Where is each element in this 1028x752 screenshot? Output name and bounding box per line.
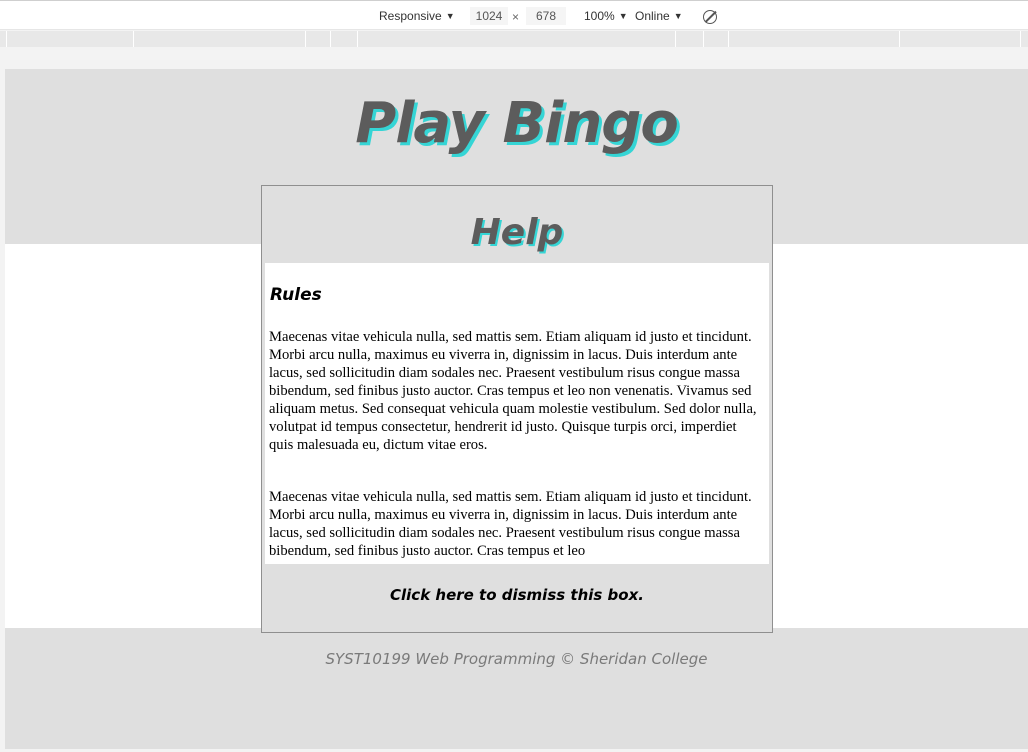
rules-paragraph: Maecenas vitae vehicula nulla, sed matti…	[269, 489, 752, 559]
zoom-select[interactable]: 100% ▼	[584, 9, 628, 24]
network-select-label: Online	[635, 9, 670, 23]
dimension-separator: ×	[512, 10, 520, 24]
media-query-segment[interactable]	[7, 31, 134, 47]
devtools-toolbar: Responsive ▼ 1024 × 678 100% ▼ Online ▼	[0, 0, 1028, 30]
dialog-title: Help	[470, 212, 564, 253]
device-select[interactable]: Responsive ▼	[379, 9, 455, 24]
device-select-label: Responsive	[379, 9, 442, 23]
page-footer: SYST10199 Web Programming © Sheridan Col…	[5, 628, 1028, 749]
network-throttle-select[interactable]: Online ▼	[635, 9, 683, 24]
media-query-segment[interactable]	[331, 31, 358, 47]
media-query-segment[interactable]	[134, 31, 306, 47]
dialog-body[interactable]: Rules Maecenas vitae vehicula nulla, sed…	[265, 263, 769, 564]
media-query-segment[interactable]	[729, 31, 900, 47]
width-input[interactable]: 1024	[470, 7, 508, 25]
media-query-segment[interactable]	[704, 31, 729, 47]
help-dialog: Help Rules Maecenas vitae vehicula nulla…	[261, 185, 773, 633]
footer-text: SYST10199 Web Programming © Sheridan Col…	[325, 650, 708, 668]
page-viewport: Play Bingo SYST10199 Web Programming © S…	[5, 69, 1028, 749]
media-query-segment[interactable]	[358, 31, 676, 47]
rotate-icon[interactable]	[703, 10, 717, 24]
media-query-bar	[0, 31, 1028, 47]
chevron-down-icon: ▼	[673, 11, 683, 21]
dismiss-dialog-link[interactable]: Click here to dismiss this box.	[262, 586, 772, 604]
media-query-segment[interactable]	[676, 31, 704, 47]
rules-paragraph: Maecenas vitae vehicula nulla, sed matti…	[269, 329, 757, 453]
chevron-down-icon: ▼	[618, 11, 628, 21]
zoom-select-label: 100%	[584, 9, 615, 23]
chevron-down-icon: ▼	[445, 11, 455, 21]
media-query-segment[interactable]	[900, 31, 1021, 47]
media-query-segment[interactable]	[306, 31, 331, 47]
media-query-segment[interactable]	[0, 31, 7, 47]
page-title: Play Bingo	[355, 91, 679, 156]
rules-heading: Rules	[270, 285, 322, 305]
height-input[interactable]: 678	[526, 7, 566, 25]
